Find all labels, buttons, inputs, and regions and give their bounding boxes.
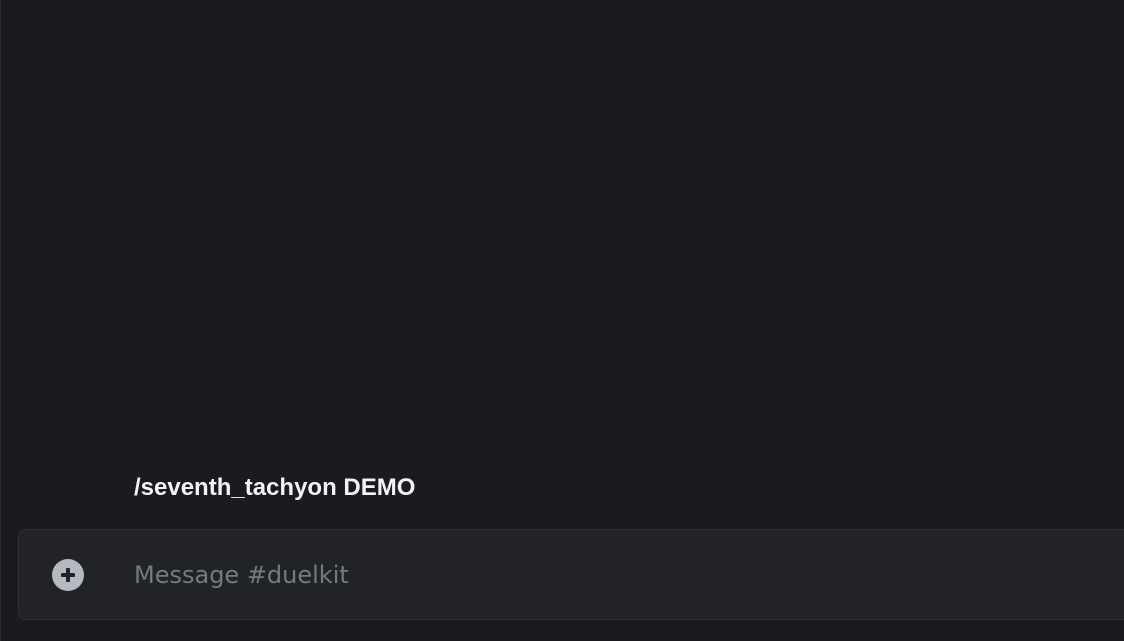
message-input[interactable] (134, 550, 1094, 600)
message-composer[interactable] (18, 529, 1124, 620)
chat-area: /seventh_tachyon DEMO (0, 0, 1124, 641)
plus-circle-icon (52, 559, 84, 591)
message-text: /seventh_tachyon DEMO (134, 474, 416, 501)
attach-button[interactable] (52, 559, 84, 591)
